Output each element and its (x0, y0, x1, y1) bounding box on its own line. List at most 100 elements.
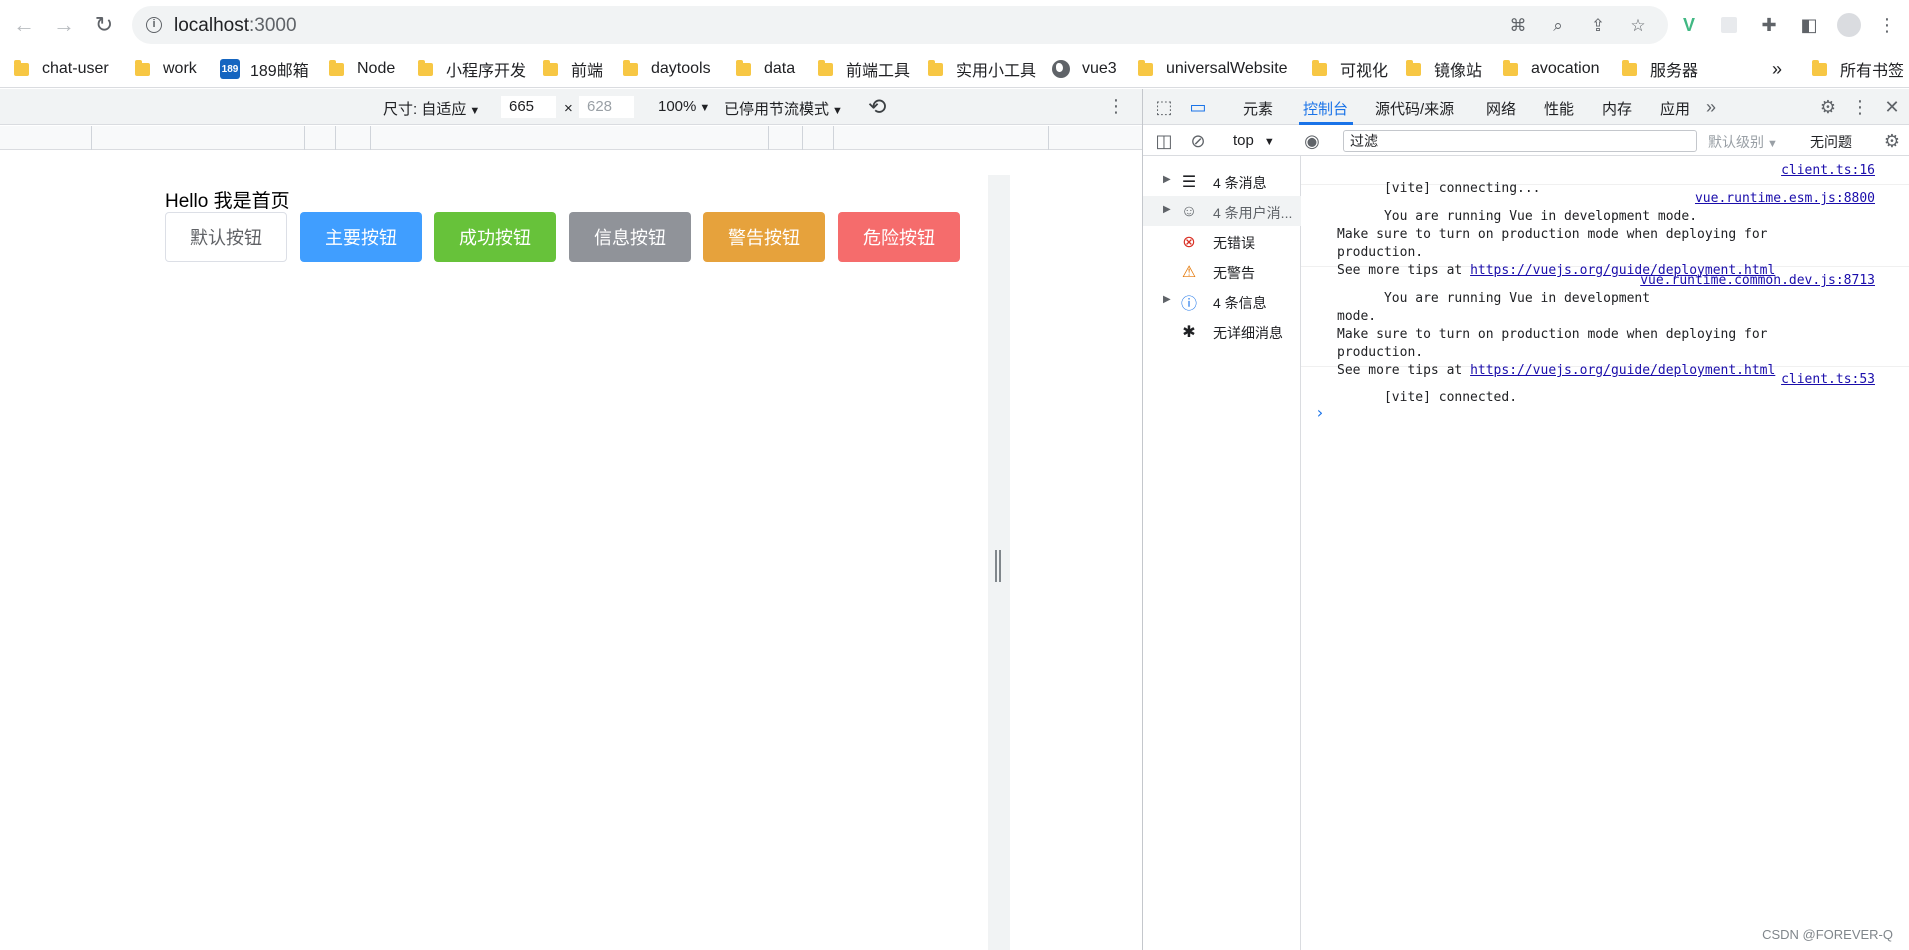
bookmark-item[interactable]: 前端 (543, 59, 603, 80)
bookmark-item[interactable]: 可视化 (1312, 59, 1388, 80)
bookmark-item[interactable]: 189 189邮箱 (220, 59, 309, 80)
site-info-icon[interactable]: i (146, 17, 162, 33)
share-icon[interactable]: ⇪ (1588, 16, 1608, 36)
folder-icon (1812, 59, 1827, 76)
danger-button[interactable]: 危险按钮 (838, 212, 960, 262)
sidebar-item-errors[interactable]: ⊗ 无错误 (1143, 226, 1301, 256)
warning-button[interactable]: 警告按钮 (703, 212, 825, 262)
bookmark-item[interactable]: 前端工具 (818, 59, 910, 80)
issues-counter[interactable]: 无问题 (1810, 132, 1852, 152)
bookmark-item[interactable]: 实用小工具 (928, 59, 1036, 80)
bookmark-item[interactable]: avocation (1503, 59, 1600, 79)
bookmark-star-icon[interactable]: ☆ (1628, 16, 1648, 36)
context-selector[interactable]: top ▼ (1233, 132, 1275, 149)
bookmark-item[interactable]: work (135, 59, 197, 79)
folder-icon (14, 59, 29, 76)
bookmark-item[interactable]: data (736, 59, 795, 79)
info-button[interactable]: 信息按钮 (569, 212, 691, 262)
tab-application[interactable]: 应用 (1660, 98, 1690, 119)
viewport-resize-handle[interactable] (988, 175, 1010, 950)
reload-icon[interactable]: ↻ (90, 11, 118, 39)
extension-placeholder-icon[interactable] (1716, 12, 1742, 38)
user-icon: ☺ (1180, 203, 1198, 220)
bookmarks-overflow-button[interactable]: » (1772, 59, 1782, 79)
side-panel-icon[interactable]: ◧ (1796, 12, 1822, 38)
warning-icon: ⚠ (1181, 264, 1197, 281)
sidebar-item-messages[interactable]: ▶ ☰ 4 条消息 (1143, 166, 1301, 196)
dimensions-dropdown[interactable]: 尺寸: 自适应 ▼ (383, 98, 480, 119)
tab-console[interactable]: 控制台 (1303, 98, 1348, 119)
translate-icon[interactable]: ⌘ (1508, 16, 1528, 36)
ruler-tick (802, 126, 803, 150)
clear-console-icon[interactable]: ⊘ (1186, 129, 1210, 153)
sidebar-item-warnings[interactable]: ⚠ 无警告 (1143, 256, 1301, 286)
settings-gear-icon[interactable]: ⚙ (1816, 95, 1840, 119)
tab-memory[interactable]: 内存 (1602, 98, 1632, 119)
device-toggle-icon[interactable]: ▭ (1186, 95, 1210, 119)
primary-button[interactable]: 主要按钮 (300, 212, 422, 262)
zoom-dropdown[interactable]: 100% ▼ (658, 98, 710, 115)
device-toolbar-menu-icon[interactable]: ⋮ (1107, 96, 1125, 117)
console-message: You are running Vue in development mode.… (1301, 187, 1909, 278)
tab-elements[interactable]: 元素 (1243, 98, 1273, 119)
tab-sources[interactable]: 源代码/来源 (1375, 98, 1454, 119)
success-button[interactable]: 成功按钮 (434, 212, 556, 262)
profile-avatar-icon[interactable] (1836, 12, 1862, 38)
sidebar-item-verbose[interactable]: ✱ 无详细消息 (1143, 316, 1301, 346)
message-source-link[interactable]: vue.runtime.esm.js:8800 (1695, 190, 1875, 208)
expand-arrow-icon[interactable]: ▶ (1163, 174, 1171, 185)
devtools-menu-icon[interactable]: ⋮ (1848, 95, 1872, 119)
media-query-ruler[interactable] (0, 126, 1142, 150)
all-bookmarks[interactable]: 所有书签 (1812, 59, 1904, 80)
viewport-width-input[interactable]: 665 (501, 96, 556, 118)
ruler-tick (91, 126, 92, 150)
bookmark-item[interactable]: chat-user (14, 59, 109, 79)
expand-arrow-icon[interactable]: ▶ (1163, 294, 1171, 305)
console-output: [vite] connecting... client.ts:16 You ar… (1301, 156, 1909, 950)
watermark: CSDN @FOREVER-Q (1762, 927, 1893, 942)
globe-icon (1052, 60, 1070, 78)
show-sidebar-icon[interactable]: ◫ (1152, 129, 1176, 153)
tab-network[interactable]: 网络 (1486, 98, 1516, 119)
resize-grip-icon (995, 550, 1001, 582)
message-source-link[interactable]: client.ts:53 (1781, 371, 1875, 389)
console-settings-icon[interactable]: ⚙ (1880, 129, 1904, 153)
back-icon[interactable]: ← (10, 11, 38, 39)
folder-icon (1503, 59, 1518, 76)
bookmark-item[interactable]: 小程序开发 (418, 59, 526, 80)
bookmark-item[interactable]: 镜像站 (1406, 59, 1482, 80)
expand-arrow-icon[interactable]: ▶ (1163, 204, 1171, 215)
bookmark-item[interactable]: daytools (623, 59, 711, 79)
address-bar[interactable]: i localhost:3000 ⌘ ⌕ ⇪ ☆ (132, 6, 1668, 44)
default-button[interactable]: 默认按钮 (165, 212, 287, 262)
bookmark-item[interactable]: universalWebsite (1138, 59, 1288, 79)
message-source-link[interactable]: client.ts:16 (1781, 162, 1875, 180)
bookmark-item[interactable]: vue3 (1052, 59, 1117, 79)
filter-input[interactable]: 过滤 (1343, 130, 1697, 152)
close-devtools-icon[interactable]: ✕ (1880, 95, 1904, 119)
inspect-element-icon[interactable]: ⬚ (1152, 95, 1176, 119)
bookmark-item[interactable]: Node (329, 59, 395, 79)
console-prompt[interactable]: › (1315, 403, 1325, 422)
ruler-tick (768, 126, 769, 150)
tab-performance[interactable]: 性能 (1544, 98, 1574, 119)
forward-icon[interactable]: → (50, 11, 78, 39)
folder-icon (818, 59, 833, 76)
zoom-icon[interactable]: ⌕ (1548, 16, 1568, 36)
live-expression-eye-icon[interactable]: ◉ (1300, 129, 1324, 153)
sidebar-item-user-messages[interactable]: ▶ ☺ 4 条用户消... (1143, 196, 1301, 226)
message-source-link[interactable]: vue.runtime.common.dev.js:8713 (1640, 272, 1875, 290)
throttle-dropdown[interactable]: 已停用节流模式 ▼ (724, 98, 843, 119)
viewport-height-input[interactable]: 628 (579, 96, 634, 118)
log-level-dropdown[interactable]: 默认级别 ▼ (1708, 132, 1778, 152)
url-text[interactable]: localhost:3000 (174, 15, 297, 37)
sidebar-item-info[interactable]: ▶ ⓘ 4 条信息 (1143, 286, 1301, 316)
vue-devtools-icon[interactable]: V (1676, 12, 1702, 38)
rotate-icon[interactable]: ⟲ (868, 94, 886, 120)
bookmark-item[interactable]: 服务器 (1622, 59, 1698, 80)
menu-kebab-icon[interactable]: ⋮ (1874, 12, 1900, 38)
folder-icon (1622, 59, 1637, 76)
extensions-puzzle-icon[interactable]: ✚ (1756, 12, 1782, 38)
more-tabs-icon[interactable]: » (1699, 95, 1723, 119)
browser-toolbar: ← → ↻ i localhost:3000 ⌘ ⌕ ⇪ ☆ V ✚ ◧ ⋮ (0, 0, 1909, 50)
